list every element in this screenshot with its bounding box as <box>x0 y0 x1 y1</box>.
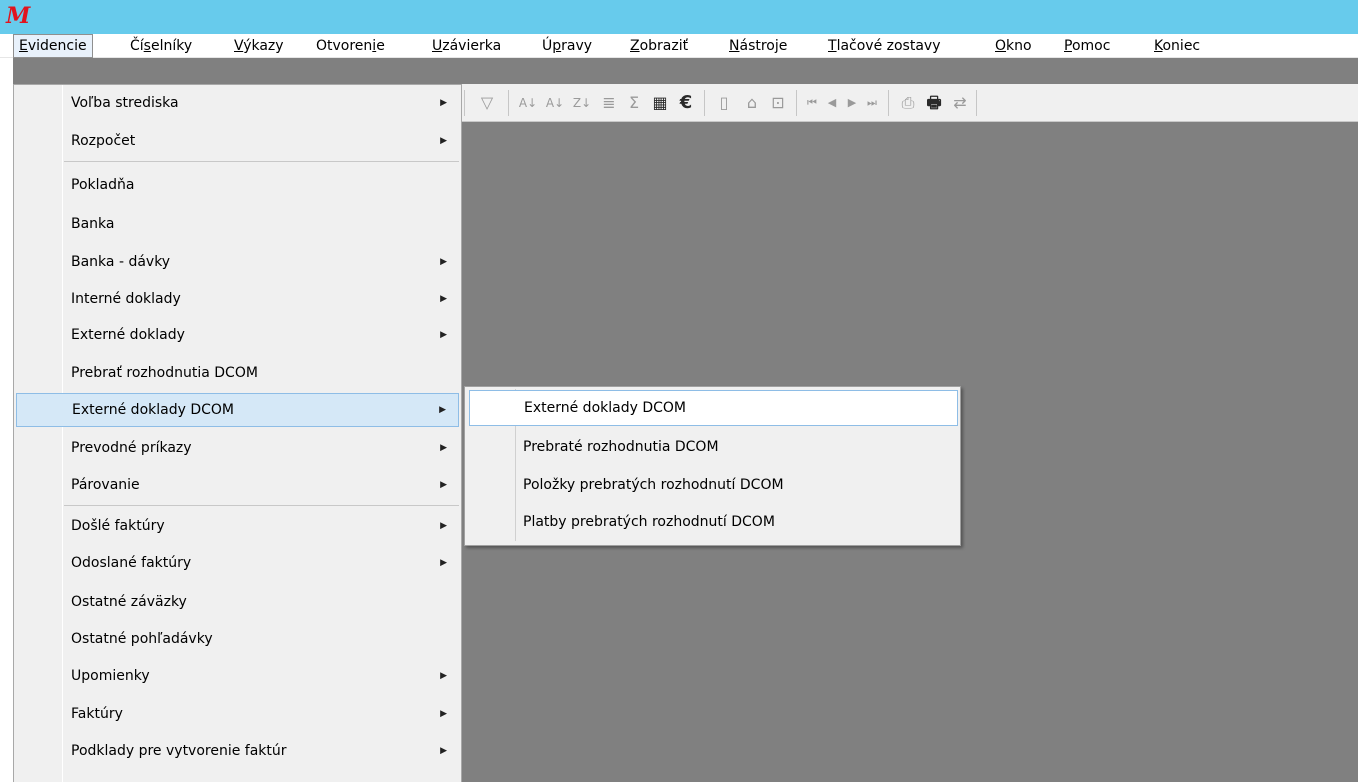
next-record-icon[interactable]: ▶ <box>842 92 862 114</box>
menu-tlacove-zostavy[interactable]: Tlačové zostavy <box>823 34 946 58</box>
menu-koniec[interactable]: Koniec <box>1149 34 1205 58</box>
menu-item-prebrat-rozhodnutia-dcom[interactable]: Prebrať rozhodnutia DCOM <box>16 356 459 390</box>
menu-ciselniky[interactable]: Číselníky <box>125 34 197 58</box>
submenu-arrow-icon: ▶ <box>440 709 447 719</box>
menu-item-upomienky[interactable]: Upomienky ▶ <box>16 659 459 693</box>
submenu-arrow-icon: ▶ <box>440 330 447 340</box>
evidencie-dropdown-menu: Voľba strediska ▶ Rozpočet ▶ Pokladňa Bank… <box>13 84 462 782</box>
menu-item-faktury[interactable]: Faktúry ▶ <box>16 697 459 731</box>
submenu-arrow-icon: ▶ <box>440 558 447 568</box>
sort-az-icon[interactable]: A↓ <box>516 92 540 114</box>
list-icon[interactable]: ≣ <box>597 92 621 114</box>
menu-bar: Evidencie Číselníky Výkazy Otvorenie Uzá… <box>0 34 1358 58</box>
prev-record-icon[interactable]: ◀ <box>822 92 842 114</box>
menu-pomoc[interactable]: Pomoc <box>1059 34 1115 58</box>
toolbar-separator <box>464 90 465 116</box>
menu-item-pokladna[interactable]: Pokladňa <box>16 168 459 202</box>
menu-nastroje[interactable]: Nástroje <box>724 34 792 58</box>
print-icon[interactable]: 🖶 <box>922 92 946 114</box>
toolbar-separator <box>704 90 705 116</box>
export-icon[interactable]: ⇄ <box>948 92 972 114</box>
submenu-arrow-icon: ▶ <box>440 136 447 146</box>
submenu-arrow-icon: ▶ <box>440 257 447 267</box>
print-preview-icon[interactable]: ⎙ <box>896 92 920 114</box>
toolbar-separator <box>888 90 889 116</box>
menu-separator <box>64 505 459 506</box>
submenu-arrow-icon: ▶ <box>440 98 447 108</box>
menu-item-rozpocet[interactable]: Rozpočet ▶ <box>16 124 459 158</box>
menu-otvorenie[interactable]: Otvorenie <box>311 34 390 58</box>
menu-item-volba-strediska[interactable]: Voľba strediska ▶ <box>16 86 459 120</box>
sort-za-icon[interactable]: Z↓ <box>570 92 594 114</box>
toolbar-separator <box>508 90 509 116</box>
clipboard-icon[interactable]: ▯ <box>712 92 736 114</box>
toolbar-separator <box>976 90 977 116</box>
menu-vykazy[interactable]: Výkazy <box>229 34 289 58</box>
menu-item-odoslane-faktury[interactable]: Odoslané faktúry ▶ <box>16 546 459 580</box>
menu-item-dosle-faktury[interactable]: Došlé faktúry ▶ <box>16 509 459 543</box>
menu-item-banka-davky[interactable]: Banka - dávky ▶ <box>16 245 459 279</box>
menu-evidencie[interactable]: Evidencie <box>13 34 93 58</box>
title-bar: M <box>0 0 1358 34</box>
submenu-item-prebrate-rozhodnutia-dcom[interactable]: Prebraté rozhodnutia DCOM <box>469 429 958 465</box>
menu-zobrazit[interactable]: Zobraziť <box>625 34 693 58</box>
externe-doklady-dcom-submenu: Externé doklady DCOM Prebraté rozhodnuti… <box>464 386 961 546</box>
sort-az-down-icon[interactable]: A↓ <box>543 92 567 114</box>
menu-upravy[interactable]: Úpravy <box>537 34 597 58</box>
last-record-icon[interactable]: ⏭ <box>862 92 882 114</box>
submenu-arrow-icon: ▶ <box>440 521 447 531</box>
submenu-arrow-icon: ▶ <box>440 746 447 756</box>
first-record-icon[interactable]: ⏮ <box>802 92 822 114</box>
menu-item-externe-doklady-dcom[interactable]: Externé doklady DCOM ▶ <box>16 393 459 427</box>
menu-item-parovanie[interactable]: Párovanie ▶ <box>16 468 459 502</box>
menu-item-ostatne-zavazky[interactable]: Ostatné záväzky <box>16 585 459 619</box>
submenu-item-polozky-prebratych-rozhodnuti-dcom[interactable]: Položky prebratých rozhodnutí DCOM <box>469 467 958 503</box>
euro-icon[interactable]: € <box>674 92 698 114</box>
calculator-icon[interactable]: ▦ <box>648 92 672 114</box>
submenu-arrow-icon: ▶ <box>440 671 447 681</box>
menu-okno[interactable]: Okno <box>990 34 1037 58</box>
menu-item-prevodne-prikazy[interactable]: Prevodné príkazy ▶ <box>16 431 459 465</box>
properties-icon[interactable]: ⊡ <box>766 92 790 114</box>
menu-item-externe-doklady[interactable]: Externé doklady ▶ <box>16 318 459 352</box>
submenu-arrow-icon: ▶ <box>440 443 447 453</box>
submenu-item-externe-doklady-dcom[interactable]: Externé doklady DCOM <box>469 390 958 426</box>
menu-separator <box>64 161 459 162</box>
app-logo: M <box>6 3 31 29</box>
submenu-arrow-icon: ▶ <box>440 480 447 490</box>
menu-item-banka[interactable]: Banka <box>16 207 459 241</box>
left-strip <box>0 58 13 782</box>
insert-icon[interactable]: ⌂ <box>740 92 764 114</box>
menu-uzavierka[interactable]: Uzávierka <box>427 34 506 58</box>
toolbar-separator <box>796 90 797 116</box>
menu-item-interne-doklady[interactable]: Interné doklady ▶ <box>16 282 459 316</box>
sum-icon[interactable]: Σ <box>622 92 646 114</box>
menu-item-ostatne-pohladavky[interactable]: Ostatné pohľadávky <box>16 622 459 656</box>
menu-item-podklady-pre-vytvorenie-faktur[interactable]: Podklady pre vytvorenie faktúr ▶ <box>16 734 459 768</box>
filter-icon[interactable]: ▽ <box>476 92 498 114</box>
submenu-arrow-icon: ▶ <box>440 294 447 304</box>
submenu-item-platby-prebratych-rozhodnuti-dcom[interactable]: Platby prebratých rozhodnutí DCOM <box>469 504 958 540</box>
submenu-arrow-icon: ▶ <box>439 405 446 415</box>
toolbar: ▽ A↓ A↓ Z↓ ≣ Σ ▦ € ▯ ⌂ ⊡ ⏮ ◀ ▶ ⏭ ⎙ 🖶 ⇄ <box>462 84 1358 122</box>
